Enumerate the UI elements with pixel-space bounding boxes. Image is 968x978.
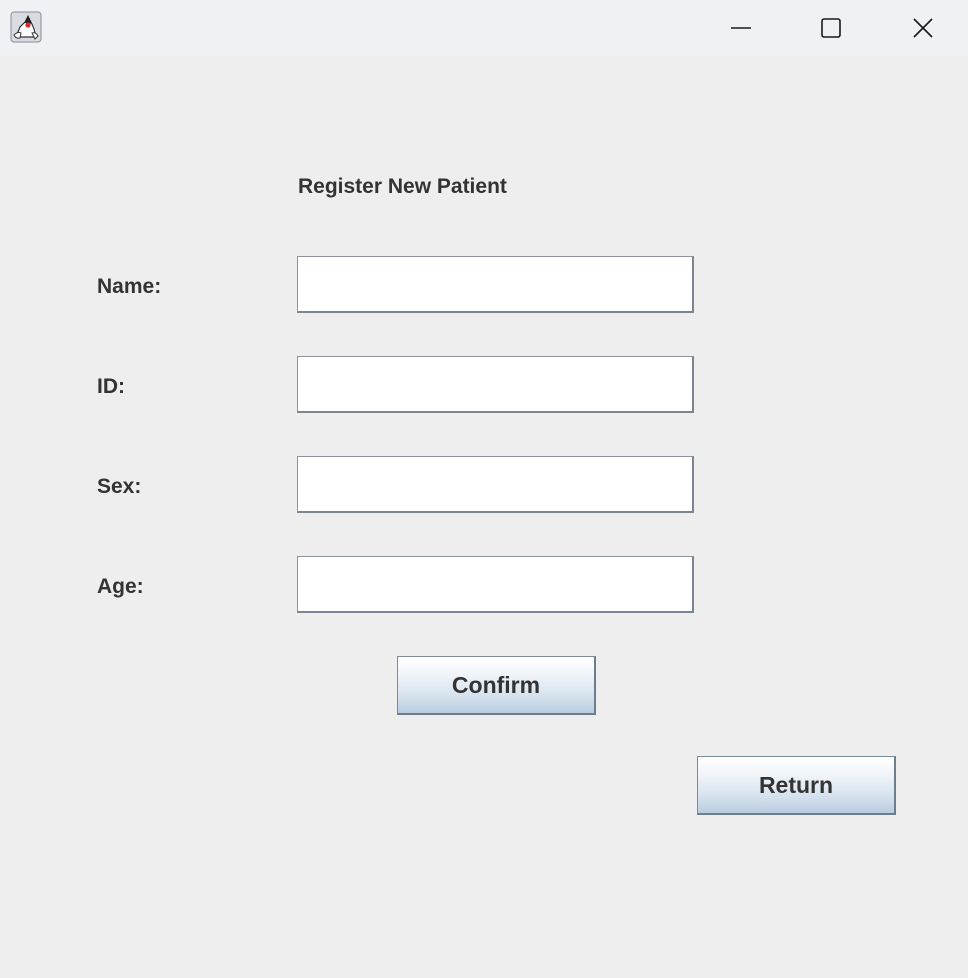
minimize-button[interactable] (696, 0, 786, 56)
form-heading: Register New Patient (298, 175, 507, 198)
maximize-icon (821, 18, 841, 38)
maximize-button[interactable] (786, 0, 876, 56)
close-button[interactable] (878, 0, 968, 56)
age-field[interactable] (297, 556, 694, 613)
id-field[interactable] (297, 356, 694, 413)
confirm-button[interactable]: Confirm (397, 656, 596, 715)
sex-field[interactable] (297, 456, 694, 513)
name-label: Name: (97, 275, 162, 298)
sex-label: Sex: (97, 475, 142, 498)
name-field[interactable] (297, 256, 694, 313)
close-icon (913, 18, 933, 38)
form-panel: Register New Patient Name: ID: Sex: Age:… (0, 56, 968, 978)
title-bar[interactable] (0, 0, 968, 56)
return-button[interactable]: Return (697, 756, 896, 815)
java-duke-icon[interactable] (10, 11, 42, 43)
minimize-icon (731, 27, 751, 29)
id-label: ID: (97, 375, 125, 398)
age-label: Age: (97, 575, 144, 598)
